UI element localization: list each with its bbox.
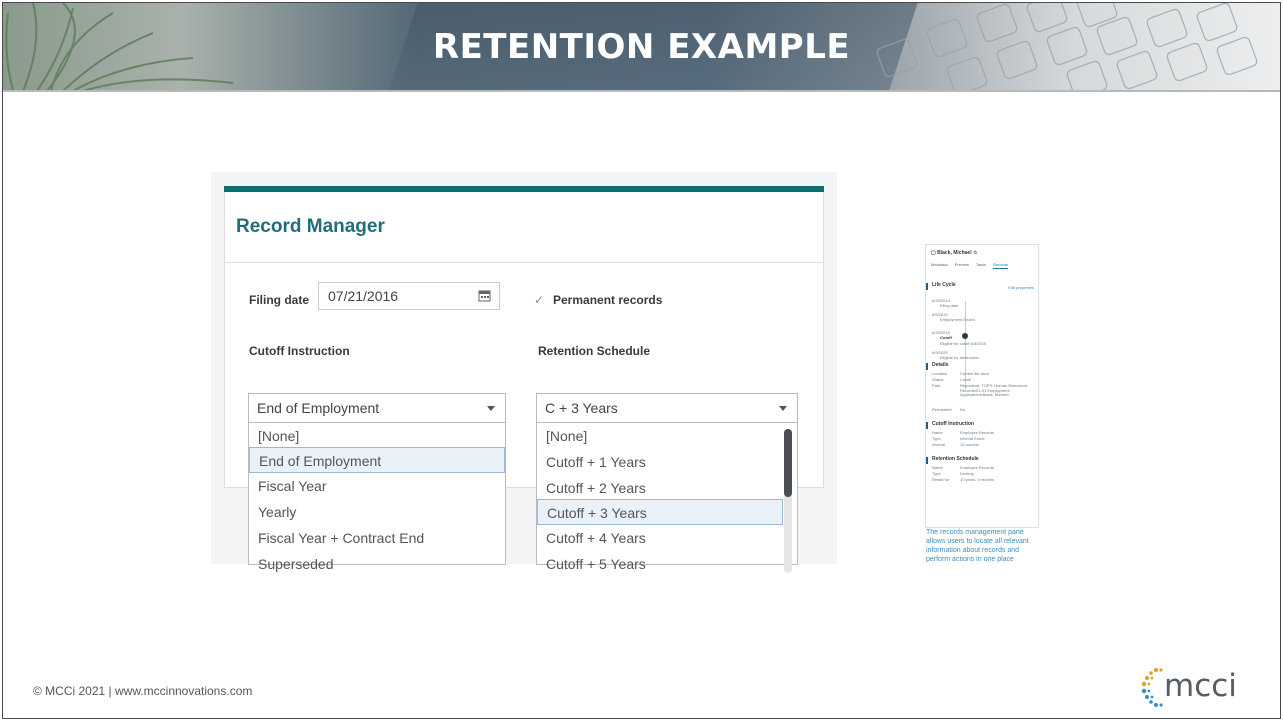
tab-records[interactable]: Records (993, 262, 1009, 269)
cutoff-option[interactable]: Superseded (249, 551, 505, 572)
life-cycle-note: Eligible for cutoff 6/8/2015 (940, 340, 987, 346)
retention-schedule-heading: Retention Schedule (932, 456, 979, 462)
checkbox-icon[interactable]: ✓ (534, 293, 548, 307)
tab-preview[interactable]: Preview (955, 262, 969, 268)
retention-option[interactable]: Cutoff + 2 Years (537, 475, 797, 501)
life-cycle-event: 6/9/2025Eligible for destruction (932, 350, 980, 360)
cutoff-instruction-select[interactable]: End of Employment (248, 393, 506, 423)
details-row: Permanent No (932, 407, 966, 412)
retention-option[interactable]: Cutoff + 5 Years (537, 551, 797, 572)
section-marker (926, 457, 928, 464)
retention-row: Type Destroy (932, 471, 974, 476)
star-icon[interactable]: ☆ (973, 250, 977, 256)
logo-wordmark: mcci (1164, 668, 1237, 704)
scrollbar-thumb[interactable] (784, 429, 792, 497)
retention-row: Retain for 10 years, 0 months (932, 477, 995, 482)
banner-divider (3, 90, 1280, 92)
retention-option[interactable]: Cutoff + 4 Years (537, 525, 797, 551)
cutoff-selected-value: End of Employment (257, 400, 380, 416)
edit-properties-link[interactable]: Edit properties (1008, 285, 1034, 291)
file-icon: ▢ (931, 250, 936, 256)
retention-schedule-select[interactable]: C + 3 Years (536, 393, 798, 423)
cutoff-row: Name Employee Records (932, 430, 994, 435)
chevron-down-icon[interactable] (487, 406, 495, 411)
pane-record-name: Black, Michael (937, 250, 972, 256)
cutoff-instruction-heading: Cutoff Instruction (932, 421, 974, 427)
details-row: Location Current file area (932, 371, 989, 376)
filing-date-value: 07/21/2016 (328, 288, 399, 304)
cutoff-option[interactable]: Fiscal Year + Contract End (249, 525, 505, 551)
cutoff-options-list: [None] End of Employment Fiscal Year Yea… (248, 423, 506, 572)
tab-metadata[interactable]: Metadata (931, 262, 948, 268)
cutoff-option[interactable]: Yearly (249, 499, 505, 525)
retention-schedule-label: Retention Schedule (538, 344, 651, 358)
record-manager-panel: Record Manager Filing date 07/21/2016 ✓ P… (211, 172, 837, 573)
slide-title: RETENTION EXAMPLE (432, 27, 851, 67)
details-row: Status Cutoff (932, 377, 971, 382)
cutoff-row: Interval 12 months (932, 442, 979, 447)
life-cycle-event: 6/9/2015Employment Ended (932, 312, 975, 322)
title-divider (224, 262, 824, 263)
retention-selected-value: C + 3 Years (545, 400, 618, 416)
details-heading: Details (932, 362, 949, 368)
cutoff-instruction-label: Cutoff Instruction (249, 344, 350, 358)
details-row: Path Repository: TOPS: Human Resources Re… (932, 383, 1028, 398)
mcci-logo: mcci (1140, 664, 1250, 710)
cutoff-row: Type Interval Event (932, 436, 985, 441)
cutoff-option-selected[interactable]: End of Employment (249, 447, 505, 473)
title-banner: RETENTION EXAMPLE (3, 3, 1280, 91)
records-preview-pane: ▢ Black, Michael ☆ Metadata Preview Tasks R… (925, 244, 1039, 528)
filing-date-label: Filing date (249, 293, 309, 307)
pane-tabs: Metadata Preview Tasks Records (931, 262, 1033, 269)
retention-option[interactable]: [None] (537, 423, 797, 449)
cutoff-option[interactable]: Fiscal Year (249, 473, 505, 499)
pane-header: ▢ Black, Michael ☆ (931, 250, 977, 257)
retention-option-selected[interactable]: Cutoff + 3 Years (537, 499, 783, 525)
tab-tasks[interactable]: Tasks (976, 262, 986, 268)
cutoff-option[interactable]: [None] (249, 423, 505, 449)
section-marker (926, 422, 928, 429)
retention-scrollbar[interactable] (784, 429, 792, 573)
pane-caption: The records management pane allows users… (926, 529, 1029, 563)
retention-row: Name Employee Records (932, 465, 994, 470)
permanent-records-checkbox[interactable]: ✓ Permanent records (534, 293, 662, 307)
calendar-icon[interactable] (478, 289, 491, 302)
footer-copyright: © MCCi 2021 | www.mccinnovations.com (33, 684, 253, 698)
panel-title: Record Manager (236, 216, 385, 237)
chevron-down-icon[interactable] (779, 406, 787, 411)
filing-date-input[interactable]: 07/21/2016 (318, 282, 500, 310)
section-marker (926, 363, 928, 370)
retention-options-list: [None] Cutoff + 1 Years Cutoff + 2 Years… (536, 423, 798, 573)
life-cycle-event: 6/19/2014Filing date (932, 298, 959, 308)
section-marker (926, 283, 928, 290)
retention-option[interactable]: Cutoff + 1 Years (537, 449, 797, 475)
life-cycle-heading: Life Cycle (932, 282, 956, 288)
permanent-records-label: Permanent records (553, 293, 663, 307)
